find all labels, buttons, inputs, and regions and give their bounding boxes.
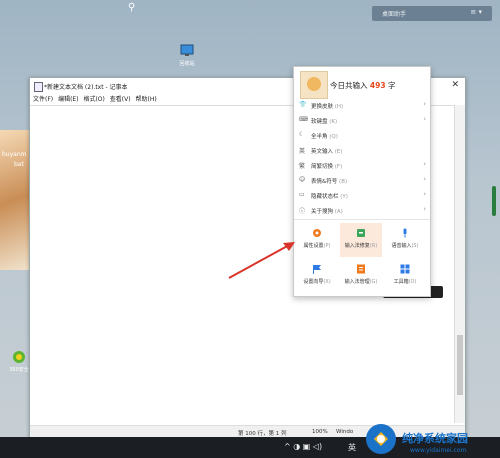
keyboard-icon: ⌨: [299, 116, 308, 123]
tile-key: (R): [369, 243, 378, 249]
desktop-icon-label: 360安全: [9, 367, 29, 373]
item-label: 英文输入: [311, 148, 334, 155]
menu-file[interactable]: 文件(F): [33, 94, 53, 103]
item-key: (E): [334, 148, 343, 155]
item-key: (H): [334, 103, 344, 110]
item-label: 简繁切换: [311, 163, 334, 170]
watermark-logo: [366, 424, 396, 454]
annotation-arrow: [228, 242, 295, 279]
tile-key: (X): [323, 279, 331, 285]
item-label: 软键盘: [311, 118, 328, 125]
convert-icon: 繁: [299, 163, 306, 170]
cursor-position: 第 100 行，第 1 列: [238, 431, 287, 437]
watermark-title: 纯净系统家园: [402, 432, 468, 445]
tile-key: (P): [323, 243, 331, 249]
menu-item-hide-statusbar[interactable]: ▭ 隐藏状态栏 (Y) ›: [294, 188, 430, 202]
english-icon: 英: [299, 148, 306, 155]
repair-icon: [356, 228, 366, 238]
tile-label: 工具箱: [393, 279, 409, 285]
chevron-right-icon: ›: [423, 175, 426, 183]
typing-count: 今日共输入 493 字: [330, 80, 395, 91]
widget-menu-icon[interactable]: ≡ ▾: [470, 8, 482, 16]
pin-icon: ⚲: [128, 2, 136, 13]
menu-view[interactable]: 查看(V): [110, 94, 131, 103]
desktop-icon-label: 回收站: [179, 61, 195, 67]
zoom-level: 100%: [312, 429, 328, 435]
toolbox-icon: [400, 264, 410, 274]
menu-help[interactable]: 帮助(H): [136, 94, 157, 103]
item-label: 隐藏状态栏: [311, 193, 339, 200]
tile-toolbox[interactable]: 工具箱(O): [384, 259, 426, 293]
tile-voice[interactable]: 语音输入(S): [384, 223, 426, 257]
tile-repair[interactable]: 输入法修复(R): [340, 223, 382, 257]
ime-indicator[interactable]: 英: [348, 442, 356, 453]
scroll-thumb[interactable]: [457, 335, 463, 395]
divider: [294, 219, 430, 220]
tile-label: 输入法管理: [344, 279, 370, 285]
desktop-side-indicator: [492, 186, 496, 216]
count-suffix: 字: [387, 81, 396, 90]
desktop-icon-recycle[interactable]: 回收站: [174, 44, 200, 67]
item-label: 关于搜狗: [311, 208, 334, 215]
tile-label: 语音输入: [391, 243, 412, 249]
menu-edit[interactable]: 编辑(E): [58, 94, 78, 103]
watermark: 纯净系统家园 www.yidaimei.com: [360, 420, 500, 458]
menu-item-emoji[interactable]: ☺ 表情&符号 (B) ›: [294, 173, 430, 187]
chevron-right-icon: ›: [423, 100, 426, 108]
item-label: 全半角: [311, 133, 328, 140]
tile-key: (G): [369, 279, 378, 285]
item-key: (B): [339, 178, 348, 185]
tray-icons[interactable]: ^ ◑ ▣ ◁): [284, 442, 322, 451]
moon-icon: ☾: [299, 131, 305, 138]
item-key: (K): [329, 118, 338, 125]
menu-item-full-half-width[interactable]: ☾ 全半角 (Q): [294, 128, 430, 142]
menu-item-soft-keyboard[interactable]: ⌨ 软键盘 (K) ›: [294, 113, 430, 127]
tile-key: (S): [411, 243, 419, 249]
emoji-icon: ☺: [299, 176, 306, 183]
gear-icon: [312, 228, 322, 238]
tile-label: 属性设置: [303, 243, 324, 249]
item-key: (Y): [340, 193, 348, 200]
info-icon: ⓘ: [299, 208, 306, 215]
menu-format[interactable]: 格式(O): [83, 94, 104, 103]
line-ending: Windo: [336, 429, 354, 435]
item-label: 表情&符号: [311, 178, 338, 185]
shirt-icon: 👕: [299, 101, 307, 108]
item-label: 更换皮肤: [311, 103, 334, 110]
flag-icon: [312, 264, 322, 274]
tile-label: 输入法修复: [344, 243, 370, 249]
count-value: 493: [369, 81, 386, 90]
item-key: (A): [334, 208, 343, 215]
chevron-right-icon: ›: [423, 205, 426, 213]
window-title: *新建文本文档 (2).txt - 记事本: [44, 84, 128, 91]
statusbar-icon: ▭: [299, 191, 305, 198]
chevron-right-icon: ›: [423, 190, 426, 198]
widget-label: 桌面助手: [382, 11, 407, 18]
menu-item-simp-trad[interactable]: 繁 简繁切换 (F) ›: [294, 158, 430, 172]
tile-key: (O): [408, 279, 417, 285]
app-icon: [11, 350, 27, 364]
chevron-right-icon: ›: [423, 160, 426, 168]
watermark-url: www.yidaimei.com: [410, 447, 467, 454]
ime-menu: 今日共输入 493 字 👕 更换皮肤 (H) › ⌨ 软键盘 (K) › ☾ 全…: [293, 66, 431, 297]
mic-icon: [400, 228, 410, 238]
item-key: (Q): [329, 133, 338, 140]
count-prefix: 今日共输入: [330, 81, 368, 90]
photo-text: bat: [14, 161, 24, 168]
manage-icon: [356, 264, 366, 274]
close-icon[interactable]: ✕: [451, 80, 459, 90]
menu-item-english[interactable]: 英 英文输入 (E): [294, 143, 430, 157]
desktop-assistant-widget[interactable]: 桌面助手 ≡ ▾: [372, 6, 492, 21]
tile-label: 设置向导: [303, 279, 324, 285]
notepad-icon: [34, 82, 43, 92]
item-key: (F): [334, 163, 343, 170]
avatar[interactable]: [300, 71, 328, 99]
chevron-right-icon: ›: [423, 115, 426, 123]
monitor-icon: [179, 44, 195, 58]
tile-manage[interactable]: 输入法管理(G): [340, 259, 382, 293]
photo-text: huyanm: [2, 151, 27, 158]
menu-item-about[interactable]: ⓘ 关于搜狗 (A) ›: [294, 203, 430, 217]
vertical-scrollbar[interactable]: [454, 105, 465, 423]
menu-item-skin[interactable]: 👕 更换皮肤 (H) ›: [294, 98, 430, 112]
